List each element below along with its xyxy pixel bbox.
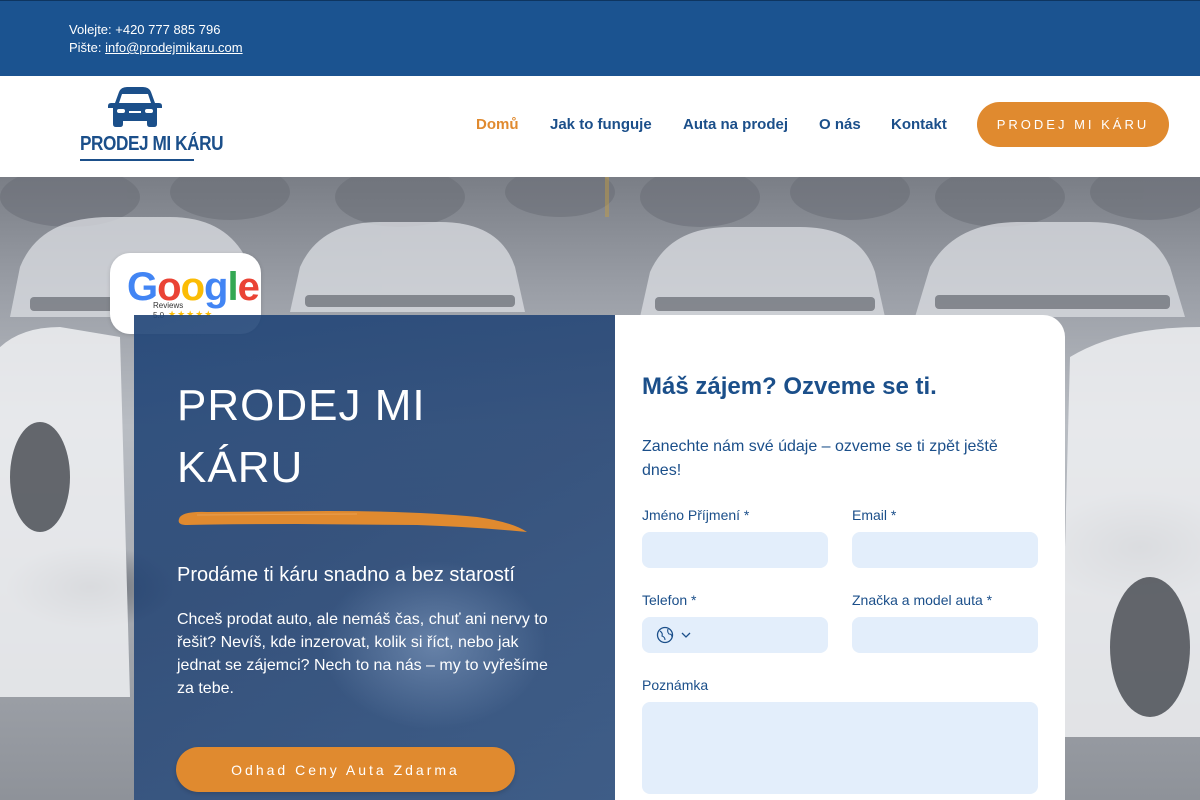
note-label: Poznámka	[642, 677, 709, 693]
car-icon	[108, 87, 162, 127]
hero-title: PRODEJ MI KÁRU	[177, 381, 426, 492]
nav-item-cars-for-sale[interactable]: Auta na prodej	[683, 116, 788, 133]
logo-text: PRODEJ MI KÁRU	[80, 133, 224, 155]
top-contact-bar: Volejte: +420 777 885 796 Pište: info@pr…	[0, 0, 1200, 76]
nav-item-how-it-works[interactable]: Jak to funguje	[550, 116, 652, 133]
email-line: Pište: info@prodejmikaru.com	[69, 40, 243, 55]
hero-text-panel: PRODEJ MI KÁRU Prodáme ti káru snadno a …	[134, 315, 615, 800]
car-model-label: Značka a model auta *	[852, 592, 993, 608]
price-estimate-button[interactable]: Odhad Ceny Auta Zdarma	[176, 747, 515, 792]
logo-underline	[80, 159, 194, 161]
name-field[interactable]	[642, 532, 828, 568]
email-prefix: Pište:	[69, 40, 106, 55]
email-label: Email *	[852, 507, 897, 523]
chevron-down-icon	[681, 632, 691, 638]
hero-description: Chceš prodat auto, ale nemáš čas, chuť a…	[177, 611, 548, 697]
phone-line: Volejte: +420 777 885 796	[69, 22, 221, 37]
google-logo: Google	[127, 265, 260, 309]
nav-item-contact[interactable]: Kontakt	[891, 116, 947, 133]
hero-subtitle: Prodáme ti káru snadno a bez starostí	[177, 564, 515, 586]
site-logo[interactable]: PRODEJ MI KÁRU	[78, 86, 223, 166]
email-field[interactable]	[852, 532, 1038, 568]
car-model-field[interactable]	[852, 617, 1038, 653]
globe-icon	[656, 626, 674, 644]
form-title: Máš zájem? Ozveme se ti.	[642, 373, 937, 400]
sell-car-button[interactable]: PRODEJ MI KÁRU	[977, 102, 1169, 147]
country-selector[interactable]	[656, 626, 694, 644]
form-intro: Zanechte nám své údaje – ozveme se ti zp…	[642, 438, 998, 479]
email-link[interactable]: info@prodejmikaru.com	[105, 40, 242, 55]
brush-stroke-decoration	[178, 511, 527, 532]
nav-item-home[interactable]: Domů	[476, 116, 519, 133]
note-field[interactable]	[642, 702, 1038, 794]
nav-item-about[interactable]: O nás	[819, 116, 861, 133]
phone-label: Telefon *	[642, 592, 697, 608]
name-label: Jméno Příjmení *	[642, 507, 750, 523]
main-header: PRODEJ MI KÁRU Domů Jak to funguje Auta …	[0, 76, 1200, 177]
